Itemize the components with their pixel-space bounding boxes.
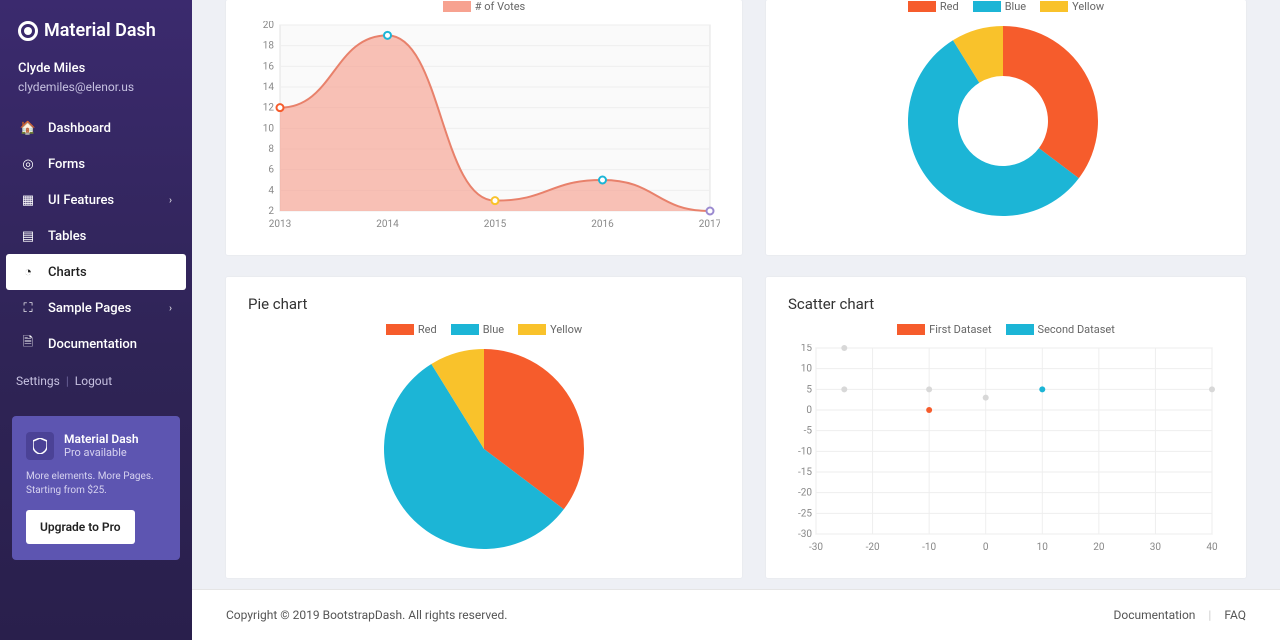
user-email: clydemiles@elenor.us xyxy=(18,80,174,94)
sidebar-item-tables[interactable]: ▤Tables xyxy=(6,218,186,254)
sidebar-nav: 🏠Dashboard ◎Forms ▦UI Features› ▤Tables … xyxy=(0,106,192,366)
shield-icon xyxy=(26,432,54,460)
sidebar-item-documentation[interactable]: 🗎Documentation xyxy=(6,326,186,362)
svg-text:20: 20 xyxy=(1093,542,1105,553)
legend-swatch-blue xyxy=(451,324,479,335)
chevron-right-icon: › xyxy=(169,303,172,314)
svg-text:2015: 2015 xyxy=(484,219,507,230)
promo-text: More elements. More Pages. Starting from… xyxy=(26,470,166,498)
footer-copyright: Copyright © 2019 BootstrapDash. All righ… xyxy=(226,608,507,622)
upgrade-button[interactable]: Upgrade to Pro xyxy=(26,510,135,544)
brand-text: Material Dash xyxy=(44,20,156,41)
upgrade-promo: Material Dash Pro available More element… xyxy=(12,416,180,560)
legend-swatch-red xyxy=(908,1,936,12)
sidebar-item-charts[interactable]: ◔Charts xyxy=(6,254,186,290)
user-block: Clyde Miles clydemiles@elenor.us xyxy=(0,61,192,106)
document-icon: 🗎 xyxy=(20,336,36,352)
svg-text:2: 2 xyxy=(268,206,274,217)
area-chart: 2 4 6 8 10 12 14 16 18 20 2013 2014 2015 2016 2017 xyxy=(248,21,720,231)
svg-text:10: 10 xyxy=(263,123,275,134)
sidebar-item-ui-features[interactable]: ▦UI Features› xyxy=(6,182,186,218)
pie-icon: ◔ xyxy=(20,264,36,280)
scatter-chart-title: Scatter chart xyxy=(788,295,1224,313)
legend-swatch-votes xyxy=(443,1,471,12)
sidebar-bottom-links: Settings|Logout xyxy=(0,366,192,396)
doughnut-chart-legend: Red Blue Yellow xyxy=(788,0,1224,13)
sidebar-item-forms[interactable]: ◎Forms xyxy=(6,146,186,182)
main-content: # of Votes 24681012141618202013201420152… xyxy=(192,0,1280,640)
svg-text:18: 18 xyxy=(263,41,275,52)
svg-text:8: 8 xyxy=(268,144,274,155)
legend-swatch-first xyxy=(897,324,925,335)
svg-text:15: 15 xyxy=(801,344,813,354)
svg-text:-10: -10 xyxy=(922,542,936,553)
svg-text:4: 4 xyxy=(268,185,274,196)
svg-text:2013: 2013 xyxy=(269,219,291,230)
pie-chart-legend: Red Blue Yellow xyxy=(248,323,720,336)
promo-subtitle: Pro available xyxy=(64,446,139,459)
target-icon: ◎ xyxy=(20,156,36,172)
pie-chart-card: Pie chart Red Blue Yellow xyxy=(226,277,742,578)
sidebar-item-dashboard[interactable]: 🏠Dashboard xyxy=(6,110,186,146)
legend-swatch-yellow xyxy=(1040,1,1068,12)
svg-text:-20: -20 xyxy=(798,488,812,499)
svg-text:-10: -10 xyxy=(798,446,812,457)
home-icon: 🏠 xyxy=(20,120,36,136)
svg-text:-25: -25 xyxy=(798,508,812,519)
legend-swatch-red xyxy=(386,324,414,335)
area-chart-legend: # of Votes xyxy=(248,0,720,13)
logo-icon xyxy=(18,21,38,41)
svg-text:-30: -30 xyxy=(809,542,823,553)
svg-text:6: 6 xyxy=(268,165,274,176)
pie-chart-title: Pie chart xyxy=(248,295,720,313)
logout-link[interactable]: Logout xyxy=(75,374,112,388)
svg-text:5: 5 xyxy=(806,384,812,395)
svg-text:0: 0 xyxy=(806,405,812,416)
svg-text:14: 14 xyxy=(263,82,275,93)
grid-icon: ▤ xyxy=(20,228,36,244)
svg-text:-30: -30 xyxy=(798,529,812,540)
footer-faq-link[interactable]: FAQ xyxy=(1224,608,1246,622)
svg-text:40: 40 xyxy=(1206,542,1218,553)
scatter-chart: -30 -25 -20 -15 -10 -5 0 5 10 15 -30 -20 -10 0 10 20 30 4… xyxy=(788,344,1218,554)
area-chart-card: # of Votes 24681012141618202013201420152… xyxy=(226,0,742,255)
svg-text:-20: -20 xyxy=(866,542,880,553)
scatter-chart-legend: First Dataset Second Dataset xyxy=(788,323,1224,336)
legend-swatch-blue xyxy=(973,1,1001,12)
doughnut-chart-card: Red Blue Yellow xyxy=(766,0,1246,255)
doughnut-chart xyxy=(788,21,1218,221)
svg-text:2017: 2017 xyxy=(699,219,720,230)
scatter-chart-card: Scatter chart First Dataset Second Datas… xyxy=(766,277,1246,578)
sidebar: Material Dash Clyde Miles clydemiles@ele… xyxy=(0,0,192,640)
chevron-right-icon: › xyxy=(169,195,172,206)
fullscreen-icon: ⛶ xyxy=(20,300,36,316)
svg-text:2014: 2014 xyxy=(376,219,399,230)
svg-text:10: 10 xyxy=(801,364,813,375)
settings-link[interactable]: Settings xyxy=(16,374,60,388)
user-name: Clyde Miles xyxy=(18,61,174,76)
page-footer: Copyright © 2019 BootstrapDash. All righ… xyxy=(192,589,1280,640)
brand-logo[interactable]: Material Dash xyxy=(0,0,192,61)
legend-swatch-yellow xyxy=(518,324,546,335)
legend-swatch-second xyxy=(1006,324,1034,335)
svg-text:0: 0 xyxy=(983,542,989,553)
footer-documentation-link[interactable]: Documentation xyxy=(1114,608,1196,622)
svg-text:12: 12 xyxy=(263,103,275,114)
svg-text:16: 16 xyxy=(263,61,275,72)
svg-text:-15: -15 xyxy=(798,467,812,478)
promo-title: Material Dash xyxy=(64,432,139,446)
svg-text:10: 10 xyxy=(1037,542,1049,553)
sidebar-item-sample-pages[interactable]: ⛶Sample Pages› xyxy=(6,290,186,326)
svg-text:2016: 2016 xyxy=(591,219,614,230)
svg-text:20: 20 xyxy=(263,21,275,31)
pie-chart xyxy=(248,344,720,554)
svg-text:30: 30 xyxy=(1150,542,1162,553)
layers-icon: ▦ xyxy=(20,192,36,208)
svg-text:-5: -5 xyxy=(804,426,813,437)
